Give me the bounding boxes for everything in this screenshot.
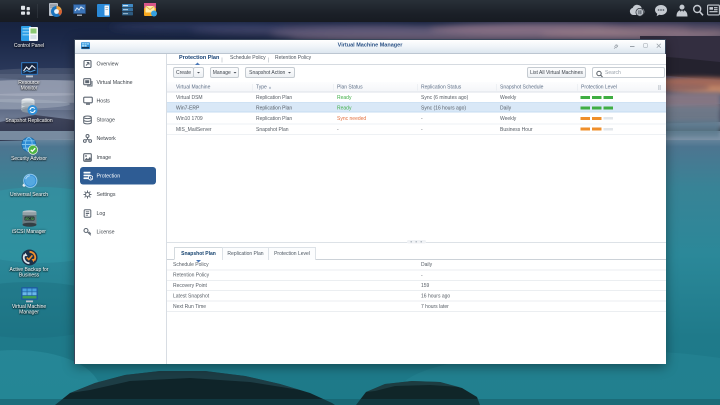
svg-text:iSCSI: iSCSI <box>25 217 34 221</box>
